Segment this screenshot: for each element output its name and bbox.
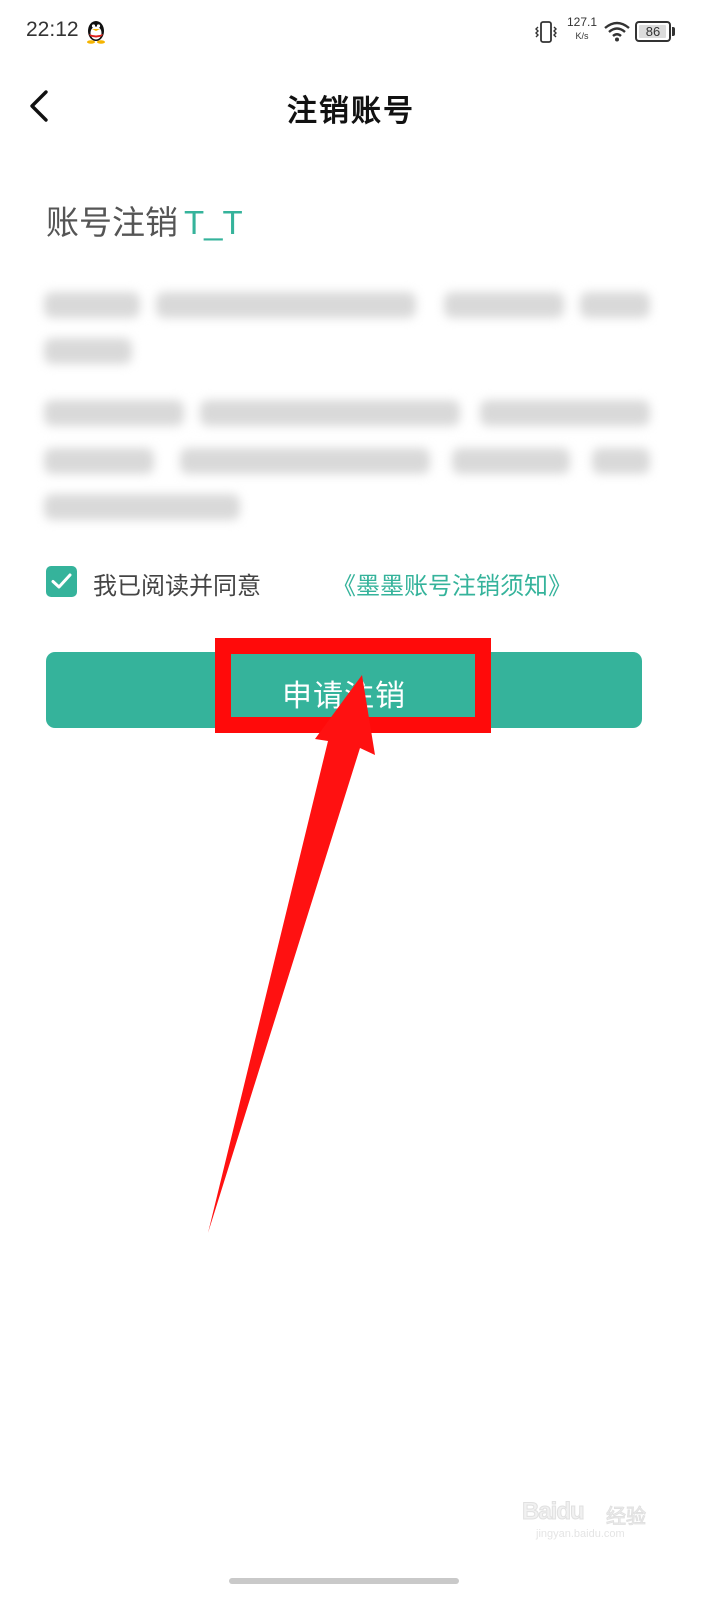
home-indicator[interactable]	[229, 1578, 459, 1584]
nav-bar: 注销账号	[0, 64, 702, 148]
agreement-text: 我已阅读并同意	[93, 572, 261, 600]
blurred-line	[200, 400, 460, 426]
blurred-line	[44, 292, 140, 318]
baidu-jingyan-watermark: Baidu 经验 jingyan.baidu.com	[522, 1490, 662, 1546]
battery-level: 86	[645, 24, 661, 39]
blurred-line	[156, 292, 416, 318]
battery-tip	[672, 27, 675, 36]
agreement-row: 我已阅读并同意 《墨墨账号注销须知》	[46, 562, 666, 602]
wifi-icon	[604, 21, 630, 42]
battery-icon: 86	[635, 21, 675, 42]
blurred-line	[480, 400, 650, 426]
qq-icon	[87, 21, 105, 44]
blurred-line	[444, 292, 564, 318]
apply-cancellation-label: 申请注销	[282, 679, 406, 714]
blurred-line	[592, 448, 650, 474]
blurred-line	[580, 292, 650, 318]
agreement-link[interactable]: 《墨墨账号注销须知》	[332, 566, 572, 601]
status-time: 22:12	[26, 18, 79, 41]
agreement-checkbox[interactable]	[46, 566, 77, 597]
blurred-line	[452, 448, 570, 474]
section-heading-emote: T_T	[184, 204, 243, 241]
blurred-line	[44, 400, 184, 426]
blurred-line	[44, 448, 154, 474]
checkmark-icon	[51, 573, 72, 589]
network-speed-unit: K/s	[575, 31, 589, 41]
vibrate-icon	[535, 21, 557, 43]
apply-cancellation-button[interactable]: 申请注销	[46, 652, 642, 728]
watermark-url: jingyan.baidu.com	[536, 1528, 625, 1540]
blurred-line	[44, 338, 132, 364]
blurred-line	[44, 494, 240, 520]
blurred-notice-text	[40, 282, 656, 532]
section-heading: 账号注销 T_T	[46, 196, 243, 244]
blurred-line	[180, 448, 430, 474]
network-speed: 127.1 K/s	[565, 16, 599, 42]
annotation-arrow	[208, 675, 375, 1233]
watermark-logo: Baidu	[522, 1498, 586, 1526]
page-title: 注销账号	[287, 94, 415, 129]
watermark-product: 经验	[606, 1504, 647, 1529]
network-speed-value: 127.1	[566, 15, 598, 29]
status-bar: 22:12 127.1 K/s 86	[0, 0, 702, 64]
section-heading-text: 账号注销	[46, 203, 178, 242]
